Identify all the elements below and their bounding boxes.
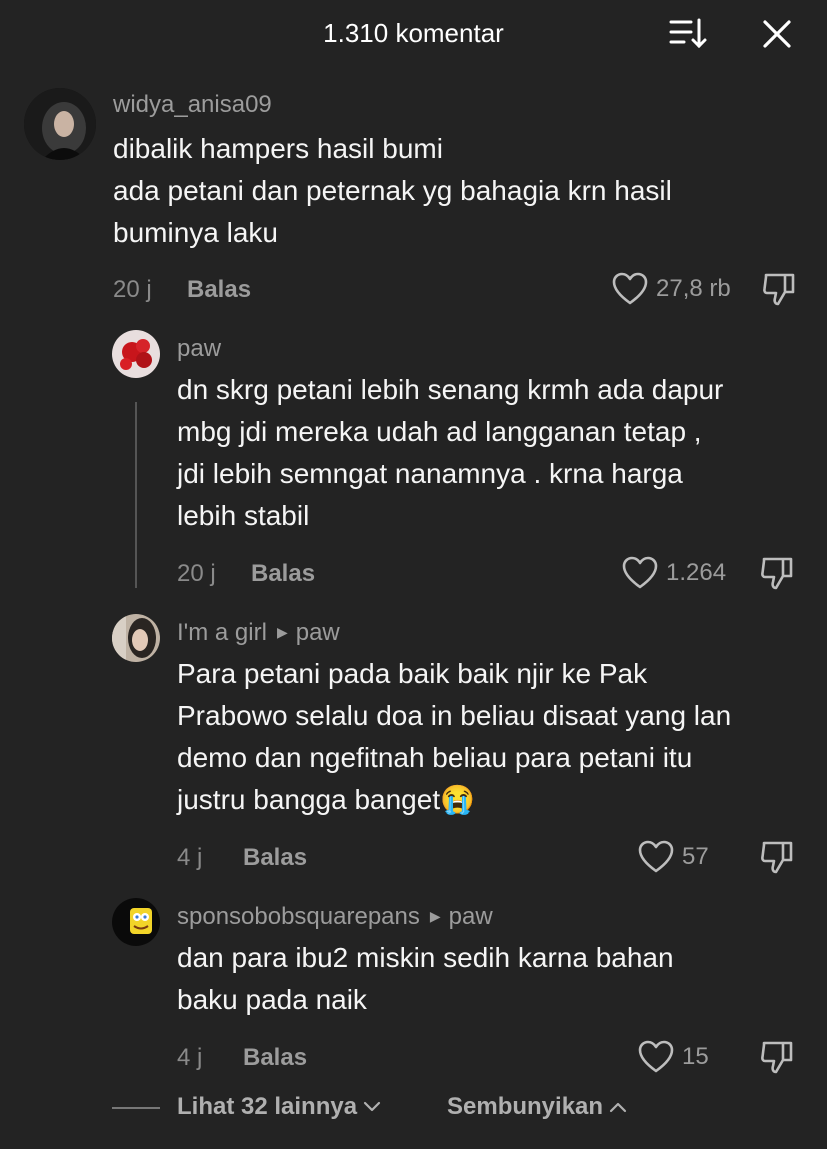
like-count: 57 xyxy=(682,843,709,870)
chevron-up-icon xyxy=(609,1102,627,1113)
heart-icon xyxy=(612,272,648,305)
reply-button[interactable]: Balas xyxy=(187,276,251,304)
dislike-button[interactable] xyxy=(759,1039,795,1075)
comment-text: dn skrg petani lebih senang krmh ada dap… xyxy=(177,374,724,531)
comment-count-title: 1.310 komentar xyxy=(323,18,504,48)
reply-arrow-icon: ▶ xyxy=(429,908,441,924)
reply-button[interactable]: Balas xyxy=(243,1044,307,1072)
sort-button[interactable] xyxy=(664,14,710,54)
thumbs-down-icon xyxy=(763,273,795,306)
like-button[interactable]: 1.264 xyxy=(622,556,726,590)
timestamp: 4 j xyxy=(177,1044,203,1071)
username[interactable]: paw xyxy=(177,335,221,363)
like-count: 1.264 xyxy=(666,559,727,586)
close-icon xyxy=(763,20,791,48)
comment-text: dibalik hampers hasil bumi ada petani da… xyxy=(113,133,672,248)
dislike-button[interactable] xyxy=(759,555,795,591)
thumbs-down-icon xyxy=(761,841,793,874)
dislike-button[interactable] xyxy=(761,271,797,307)
heart-icon xyxy=(638,1040,674,1073)
comment-text: dan para ibu2 miskin sedih karna bahan b… xyxy=(177,942,674,1015)
sort-icon xyxy=(669,18,707,49)
reply-to-user: paw xyxy=(448,903,493,930)
chevron-down-icon xyxy=(363,1101,381,1112)
timestamp: 4 j xyxy=(177,844,203,871)
divider xyxy=(112,1107,160,1109)
like-button[interactable]: 27,8 rb xyxy=(612,272,731,306)
comment-text: Para petani pada baik baik njir ke Pak P… xyxy=(177,658,732,815)
avatar[interactable] xyxy=(24,88,96,160)
hide-label: Sembunyikan xyxy=(447,1093,604,1120)
thread-line xyxy=(135,402,137,588)
heart-icon xyxy=(638,840,674,873)
close-button[interactable] xyxy=(754,14,800,54)
like-count: 27,8 rb xyxy=(656,275,731,302)
dislike-button[interactable] xyxy=(759,839,795,875)
reply-button[interactable]: Balas xyxy=(243,844,307,872)
username[interactable]: sponsobobsquarepans ▶ paw xyxy=(177,903,493,931)
avatar[interactable] xyxy=(112,330,160,378)
heart-icon xyxy=(622,556,658,589)
reply-button[interactable]: Balas xyxy=(251,560,315,588)
view-more-label: Lihat 32 lainnya xyxy=(177,1093,358,1120)
avatar[interactable] xyxy=(112,614,160,662)
thumbs-down-icon xyxy=(761,557,793,590)
like-count: 15 xyxy=(682,1043,709,1070)
thumbs-down-icon xyxy=(761,1041,793,1074)
username[interactable]: I'm a girl ▶ paw xyxy=(177,619,340,647)
reply-to-user: paw xyxy=(295,619,340,646)
like-button[interactable]: 57 xyxy=(638,840,709,874)
username[interactable]: widya_anisa09 xyxy=(113,91,272,119)
view-more-replies-button[interactable]: Lihat 32 lainnya xyxy=(177,1093,381,1121)
reply-arrow-icon: ▶ xyxy=(276,624,288,640)
hide-replies-button[interactable]: Sembunyikan xyxy=(447,1093,627,1121)
timestamp: 20 j xyxy=(113,276,152,303)
avatar[interactable] xyxy=(112,898,160,946)
timestamp: 20 j xyxy=(177,560,216,587)
like-button[interactable]: 15 xyxy=(638,1040,709,1074)
